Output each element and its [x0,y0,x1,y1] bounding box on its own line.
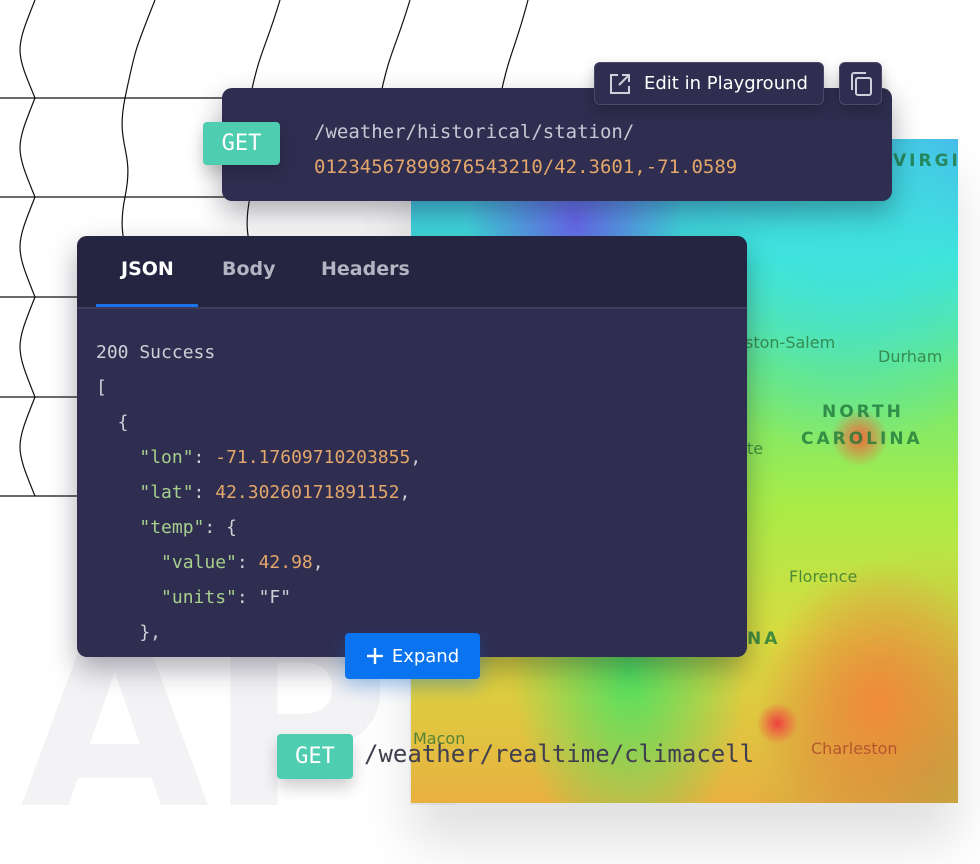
map-label-partial-te: te [747,439,764,458]
endpoint-params: 01234567899876543210/42.3601,-71.0589 [314,156,738,178]
edit-in-playground-button[interactable]: Edit in Playground [594,62,824,105]
response-tabs: JSON Body Headers [77,236,747,309]
map-label-charleston: Charleston [811,739,898,758]
tab-body[interactable]: Body [222,258,276,280]
endpoint-path: /weather/historical/station/ [314,121,635,143]
temp-units: "F" [258,587,292,608]
map-label-winston-salem: ston-Salem [745,333,836,352]
lon-value: -71.17609710203855 [215,447,411,468]
status-text: 200 Success [96,342,216,363]
map-label-partial-na: NA [747,629,781,649]
external-link-icon [610,73,630,94]
map-label-carolina: CAROLINA [801,429,923,449]
active-tab-indicator [96,304,198,307]
get-method-badge-realtime: GET [277,734,353,779]
map-label-virginia: VIRGI [893,151,958,171]
expand-label: Expand [391,645,460,667]
map-label-florence: Florence [789,567,858,586]
realtime-endpoint-path: /weather/realtime/climacell [364,740,755,768]
plus-icon [366,648,383,664]
get-method-badge: GET [203,122,280,165]
map-label-durham: Durham [878,347,943,366]
copy-button[interactable] [839,62,882,105]
expand-button[interactable]: Expand [345,633,480,679]
temp-value: 42.98 [258,552,313,573]
tab-headers[interactable]: Headers [321,258,410,280]
response-card: JSON Body Headers 200 Success [ { "lon":… [77,236,747,657]
copy-icon [850,71,872,96]
json-response: 200 Success [ { "lon": -71.1760971020385… [96,342,422,643]
edit-in-playground-label: Edit in Playground [644,73,808,94]
lat-value: 42.30260171891152 [215,482,400,503]
map-label-north: NORTH [822,402,904,422]
tab-json[interactable]: JSON [121,258,174,280]
